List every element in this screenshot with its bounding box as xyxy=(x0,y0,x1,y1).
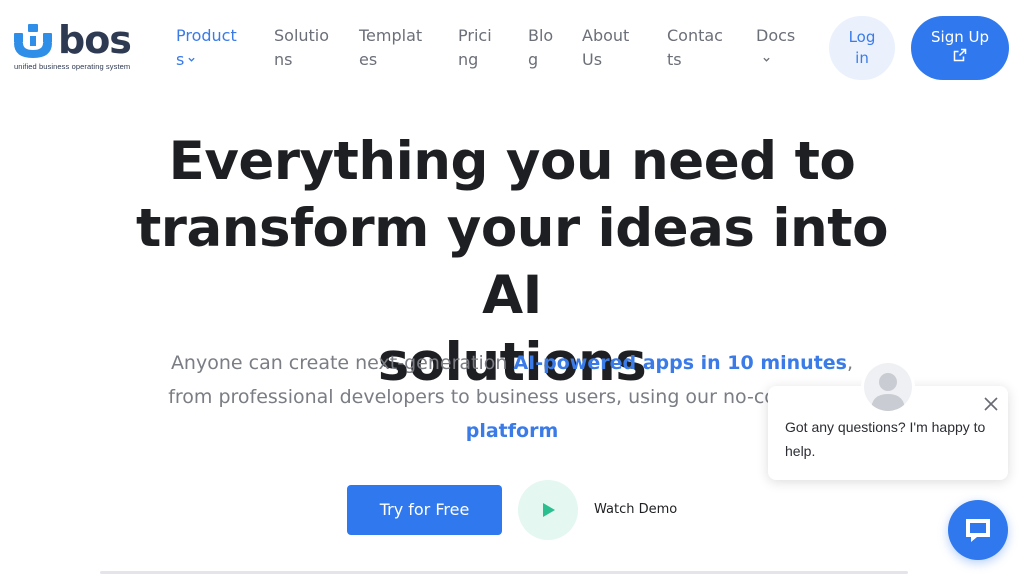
logo-mark-icon xyxy=(14,24,52,58)
nav-contacts[interactable]: Contac ts xyxy=(667,24,723,72)
user-avatar-icon xyxy=(864,363,912,411)
nav-docs-label: Docs xyxy=(756,26,796,45)
logo-wordmark: bos xyxy=(58,18,132,62)
nav-about-label-2: Us xyxy=(582,50,603,69)
nav-pricing[interactable]: Prici ng xyxy=(458,24,492,72)
nav-about-us[interactable]: About Us xyxy=(582,24,629,72)
login-label-2: in xyxy=(855,49,869,67)
nav-pricing-label-2: ng xyxy=(458,50,479,69)
nav-templates-label-1: Templat xyxy=(359,26,423,45)
play-icon xyxy=(543,503,555,517)
try-for-free-button[interactable]: Try for Free xyxy=(347,485,502,535)
nav-contacts-label-1: Contac xyxy=(667,26,723,45)
close-icon[interactable] xyxy=(982,395,1000,413)
watch-demo-link[interactable]: Watch Demo xyxy=(594,500,677,520)
brand-logo[interactable]: bos unified business operating system xyxy=(14,20,148,72)
subtitle-text-3: from professional developers to business… xyxy=(168,386,856,408)
nav-docs[interactable]: Docs xyxy=(756,24,795,72)
subtitle-highlight-2: platform xyxy=(465,420,559,442)
nav-blog-label-2: g xyxy=(528,50,539,69)
login-button[interactable]: Log in xyxy=(829,16,895,80)
nav-blog[interactable]: Blo g xyxy=(528,24,553,72)
nav-about-label-1: About xyxy=(582,26,630,45)
signup-label: Sign Up xyxy=(931,28,989,46)
nav-products-label-1: Product xyxy=(176,26,237,45)
subtitle-text-2: , xyxy=(847,352,854,374)
nav-templates-label-2: es xyxy=(359,50,378,69)
nav-products[interactable]: Product s xyxy=(176,24,237,72)
preview-frame-edge xyxy=(100,571,908,574)
logo-tagline: unified business operating system xyxy=(14,62,131,71)
nav-solutions-label-1: Solutio xyxy=(274,26,330,45)
nav-contacts-label-2: ts xyxy=(667,50,682,69)
login-label-1: Log xyxy=(848,28,876,46)
nav-products-label-2: s xyxy=(176,50,185,69)
subtitle-text-1: Anyone can create next-generation xyxy=(170,352,514,374)
nav-templates[interactable]: Templat es xyxy=(359,24,422,72)
chat-bubble-icon xyxy=(966,519,990,542)
hero-title-line-2: transform your ideas into AI xyxy=(135,198,889,326)
nav-solutions-label-2: ns xyxy=(274,50,293,69)
chat-launcher-button[interactable] xyxy=(948,500,1008,560)
play-demo-button[interactable] xyxy=(518,480,578,540)
nav-blog-label-1: Blo xyxy=(528,26,554,45)
nav-solutions[interactable]: Solutio ns xyxy=(274,24,329,72)
hero-title-line-1: Everything you need to xyxy=(168,131,856,192)
subtitle-highlight-1: AI-powered apps in 10 minutes xyxy=(513,352,847,374)
chat-message: Got any questions? I'm happy to help. xyxy=(785,419,986,459)
chevron-down-icon xyxy=(763,57,770,62)
external-link-icon xyxy=(953,48,967,62)
nav-pricing-label-1: Prici xyxy=(458,26,492,45)
signup-button[interactable]: Sign Up xyxy=(911,16,1009,80)
chevron-down-icon xyxy=(188,57,195,62)
